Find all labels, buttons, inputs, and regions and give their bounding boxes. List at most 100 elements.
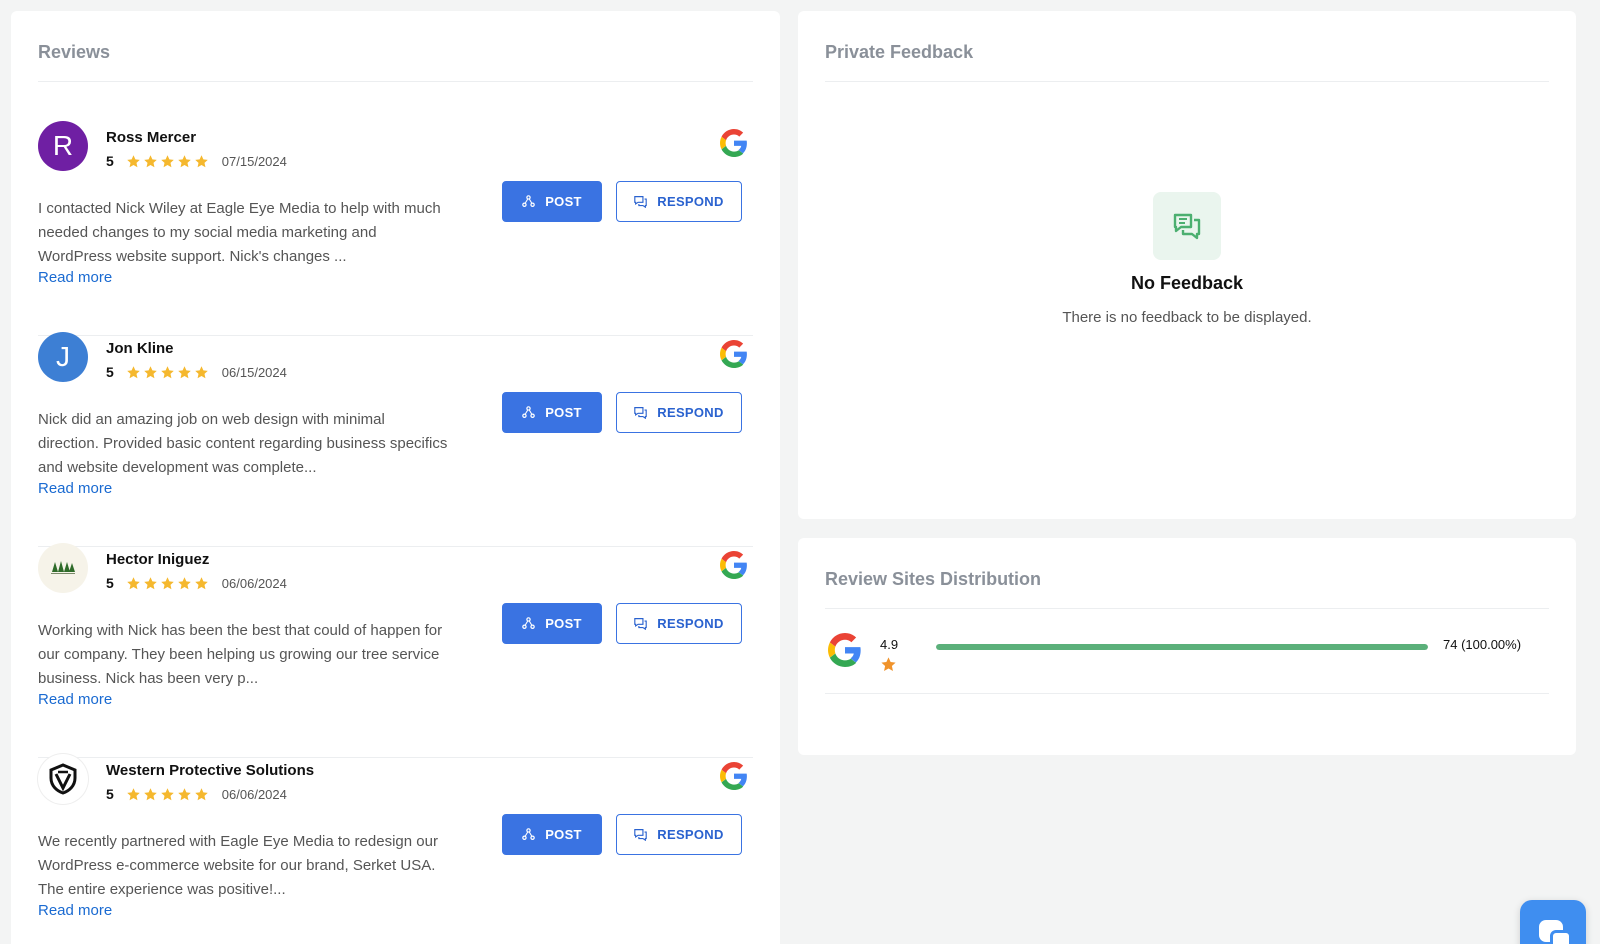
star-icon	[195, 154, 208, 167]
star-icon	[144, 154, 157, 167]
respond-button[interactable]: RESPOND	[616, 814, 742, 855]
rating-row: 5 06/15/2024	[106, 364, 287, 380]
private-feedback-card: Private Feedback No Feedback There is no…	[798, 11, 1576, 519]
star-icon	[178, 787, 191, 800]
chat-icon	[634, 829, 648, 841]
distribution-bar	[936, 644, 1428, 650]
star-icon	[195, 576, 208, 589]
review-item: Western Protective Solutions 5 06/06/202…	[38, 754, 753, 944]
rating-value: 5	[106, 786, 114, 802]
google-icon	[720, 340, 747, 368]
review-sites-distribution-card: Review Sites Distribution 4.9 74 (100.00…	[798, 538, 1576, 755]
reviews-title: Reviews	[38, 42, 111, 62]
star-rating	[126, 576, 209, 591]
avatar: J	[38, 332, 88, 382]
distribution-bar-fill	[936, 644, 1428, 650]
respond-label: RESPOND	[657, 827, 724, 842]
star-icon	[144, 576, 157, 589]
star-icon	[127, 365, 140, 378]
star-icon	[178, 154, 191, 167]
post-button[interactable]: POST	[502, 814, 602, 855]
rating-value: 5	[106, 153, 114, 169]
chat-icon	[634, 407, 648, 419]
star-icon	[161, 154, 174, 167]
star-icon	[881, 657, 896, 671]
review-date: 06/15/2024	[221, 364, 287, 380]
read-more-link[interactable]: Read more	[38, 269, 112, 286]
rating-value: 5	[106, 364, 114, 380]
post-label: POST	[545, 616, 582, 631]
read-more-link[interactable]: Read more	[38, 480, 112, 497]
review-date: 06/06/2024	[221, 575, 287, 591]
reviewer-name: Ross Mercer	[106, 129, 197, 146]
star-icon	[161, 365, 174, 378]
review-item: Hector Iniguez 5 06/06/2024 Working with…	[38, 543, 753, 758]
shield-logo-icon	[49, 763, 77, 795]
star-icon	[178, 365, 191, 378]
respond-label: RESPOND	[657, 194, 724, 209]
post-button[interactable]: POST	[502, 181, 602, 222]
review-item: R Ross Mercer 5 07/15/2024 I contacted N…	[38, 121, 753, 336]
distribution-row: 4.9 74 (100.00%)	[825, 608, 1549, 694]
feedback-title: Private Feedback	[825, 42, 974, 62]
read-more-link[interactable]: Read more	[38, 902, 112, 919]
post-button[interactable]: POST	[502, 603, 602, 644]
share-nodes-icon	[522, 617, 535, 629]
respond-button[interactable]: RESPOND	[616, 603, 742, 644]
star-icon	[144, 787, 157, 800]
divider	[825, 81, 1549, 82]
distribution-title: Review Sites Distribution	[825, 569, 1042, 589]
review-text: We recently partnered with Eagle Eye Med…	[38, 833, 438, 898]
star-icon	[161, 576, 174, 589]
star-rating	[126, 154, 209, 169]
star-icon	[178, 576, 191, 589]
reviewer-name: Hector Iniguez	[106, 551, 210, 568]
divider	[38, 81, 753, 82]
review-date: 07/15/2024	[221, 153, 287, 169]
rating-row: 5 07/15/2024	[106, 153, 287, 169]
reviews-card: Reviews R Ross Mercer 5 07/15/2024 I con…	[11, 11, 780, 944]
star-rating	[126, 365, 209, 380]
respond-label: RESPOND	[657, 405, 724, 420]
review-text: Working with Nick has been the best that…	[38, 622, 443, 687]
star-rating	[126, 787, 209, 802]
star-icon	[144, 365, 157, 378]
share-nodes-icon	[522, 406, 535, 418]
review-date: 06/06/2024	[221, 786, 287, 802]
post-label: POST	[545, 194, 582, 209]
post-label: POST	[545, 827, 582, 842]
tree-logo-icon	[51, 561, 75, 574]
respond-label: RESPOND	[657, 616, 724, 631]
post-label: POST	[545, 405, 582, 420]
review-text: I contacted Nick Wiley at Eagle Eye Medi…	[38, 200, 441, 265]
reviewer-name: Western Protective Solutions	[106, 762, 315, 779]
share-nodes-icon	[522, 195, 535, 207]
post-button[interactable]: POST	[502, 392, 602, 433]
site-count: 74 (100.00%)	[1443, 637, 1522, 652]
rating-row: 5 06/06/2024	[106, 786, 287, 802]
rating-row: 5 06/06/2024	[106, 575, 287, 591]
star-icon	[161, 787, 174, 800]
empty-state-title: No Feedback	[1130, 273, 1244, 293]
star-icon	[127, 576, 140, 589]
empty-state-description: There is no feedback to be displayed.	[1062, 309, 1312, 326]
review-item: J Jon Kline 5 06/15/2024 Nick did an ama…	[38, 332, 753, 547]
share-nodes-icon	[522, 828, 535, 840]
star-icon	[195, 787, 208, 800]
review-text: Nick did an amazing job on web design wi…	[38, 411, 448, 476]
reviewer-name: Jon Kline	[106, 340, 174, 357]
chat-widget-button[interactable]	[1520, 900, 1586, 944]
read-more-link[interactable]: Read more	[38, 691, 112, 708]
google-icon	[828, 633, 861, 667]
respond-button[interactable]: RESPOND	[616, 392, 742, 433]
avatar: R	[38, 121, 88, 171]
respond-button[interactable]: RESPOND	[616, 181, 742, 222]
avatar	[38, 754, 88, 804]
google-icon	[720, 129, 747, 157]
star-icon	[127, 154, 140, 167]
google-icon	[720, 762, 747, 790]
avatar	[38, 543, 88, 593]
star-icon	[195, 365, 208, 378]
chat-icon	[634, 196, 648, 208]
chat-icon	[634, 618, 648, 630]
